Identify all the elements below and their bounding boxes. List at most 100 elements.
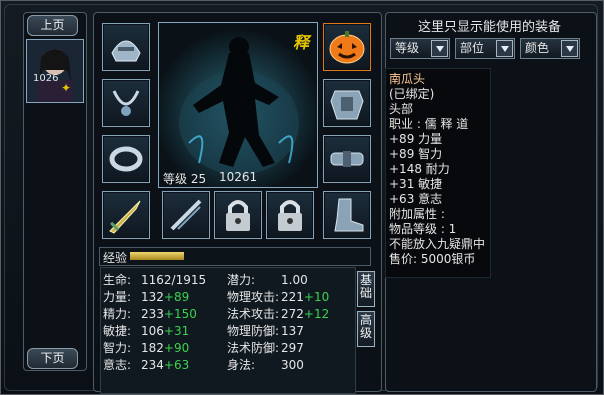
stat-base: 234 (141, 358, 164, 372)
necklace-icon (112, 90, 140, 116)
stat-base: 137 (281, 324, 304, 338)
armor-icon (330, 90, 364, 120)
stat-bonus: +90 (163, 341, 190, 355)
filter-slot-label: 部位 (460, 41, 485, 55)
stat-bonus: +12 (303, 307, 330, 321)
stat-label: 法术防御: (227, 341, 280, 355)
chevron-down-icon (561, 40, 578, 57)
stat-base: 221 (281, 290, 304, 304)
id-number: 10261 (219, 170, 258, 184)
item-attr: +31 敏捷 (389, 177, 443, 191)
stat-label: 精力: (103, 307, 132, 321)
slot-belt[interactable] (323, 135, 371, 183)
character-model: 释 等级 25 10261 (158, 22, 318, 188)
pumpkin-icon (329, 31, 365, 64)
stat-bonus: +31 (163, 324, 190, 338)
stat-value: 137 (281, 323, 304, 339)
exp-fill (130, 252, 184, 260)
slot-locked-1 (214, 191, 262, 239)
exp-bar: 经验 (99, 247, 371, 266)
stat-base: 297 (281, 341, 304, 355)
stat-value: 106+31 (141, 323, 189, 339)
filter-level-label: 等级 (395, 41, 420, 55)
boots-icon (334, 198, 364, 232)
slot-pumpkin[interactable] (323, 23, 371, 71)
item-attr: +89 智力 (389, 147, 443, 161)
filter-level[interactable]: 等级 (390, 38, 450, 59)
stat-bonus: +150 (163, 307, 197, 321)
slot-necklace[interactable] (102, 79, 150, 127)
stat-base: 132 (141, 290, 164, 304)
stat-label: 力量: (103, 290, 132, 304)
item-attr: +89 力量 (389, 132, 443, 146)
slot-bracelet[interactable] (102, 135, 150, 183)
stat-value: 272+12 (281, 306, 329, 322)
slot-boots[interactable] (323, 191, 371, 239)
stat-label: 物理防御: (227, 324, 280, 338)
slot-amulet[interactable] (162, 191, 210, 239)
belt-icon (330, 151, 364, 167)
slot-weapon[interactable] (102, 191, 150, 239)
stat-label: 敏捷: (103, 324, 132, 338)
next-page-button[interactable]: 下页 (27, 348, 78, 369)
lock-icon (226, 200, 250, 231)
stat-label: 潜力: (227, 273, 256, 287)
item-slot: 头部 (389, 102, 414, 116)
stat-base: 272 (281, 307, 304, 321)
item-bound: (已绑定) (389, 87, 435, 101)
stat-value: 233+150 (141, 306, 197, 322)
tab-advanced[interactable]: 高级 (357, 311, 375, 347)
stat-base: 233 (141, 307, 164, 321)
item-price: 售价: 5000银币 (389, 252, 476, 266)
stat-base: 106 (141, 324, 164, 338)
stat-bonus: +63 (163, 358, 190, 372)
stat-label: 物理攻击: (227, 290, 280, 304)
item-tooltip: 南瓜头 (已绑定) 头部 职业 : 儒 释 道 +89 力量 +89 智力 +1… (385, 68, 491, 278)
stat-value: 1.00 (281, 272, 308, 288)
slot-head[interactable] (102, 23, 150, 71)
stat-value: 297 (281, 340, 304, 356)
prev-page-button[interactable]: 上页 (27, 15, 78, 36)
helmet-icon (111, 40, 141, 62)
item-attr: +63 意志 (389, 192, 443, 206)
item-note: 不能放入九疑鼎中 (389, 237, 486, 251)
stats-panel: 生命: 1162/1915 力量: 132+89 精力: 233+150 敏捷: 106+31… (100, 267, 356, 394)
stat-base: 1162/1915 (141, 273, 207, 287)
chevron-down-icon (431, 40, 448, 57)
stat-value: 300 (281, 357, 304, 373)
stat-value: 182+90 (141, 340, 189, 356)
stat-value: 132+89 (141, 289, 189, 305)
stat-label: 法术攻击: (227, 307, 280, 321)
exp-label: 经验 (103, 251, 128, 265)
filter-color-label: 颜色 (525, 41, 550, 55)
stat-label: 意志: (103, 358, 132, 372)
stat-base: 1.00 (281, 273, 308, 287)
chevron-down-icon (496, 40, 513, 57)
filter-slot[interactable]: 部位 (455, 38, 515, 59)
stat-base: 182 (141, 341, 164, 355)
avatar (27, 40, 83, 102)
stat-bonus: +89 (163, 290, 190, 304)
stat-label: 生命: (103, 273, 132, 287)
bracelet-icon (109, 146, 143, 172)
item-job: 职业 : 儒 释 道 (389, 117, 469, 131)
stat-label: 身法: (227, 358, 256, 372)
char-number: 1026 (33, 73, 59, 84)
sword-icon (109, 200, 141, 234)
slot-armor[interactable] (323, 79, 371, 127)
stat-value: 1162/1915 (141, 272, 206, 288)
stat-label: 智力: (103, 341, 132, 355)
stat-value: 221+10 (281, 289, 329, 305)
slot-locked-2 (266, 191, 314, 239)
filter-color[interactable]: 颜色 (520, 38, 580, 59)
char-title-mark: ✦ (61, 81, 72, 95)
character-portrait[interactable]: 1026 ✦ (26, 39, 84, 103)
equipment-filter-title: 这里只显示能使用的装备 (418, 20, 562, 35)
blade-icon (170, 199, 202, 231)
item-name: 南瓜头 (389, 72, 426, 86)
stat-base: 300 (281, 358, 304, 372)
stat-bonus: +10 (303, 290, 330, 304)
class-badge: 释 (292, 33, 309, 52)
item-attr: +148 耐力 (389, 162, 450, 176)
tab-basic[interactable]: 基础 (357, 271, 375, 307)
